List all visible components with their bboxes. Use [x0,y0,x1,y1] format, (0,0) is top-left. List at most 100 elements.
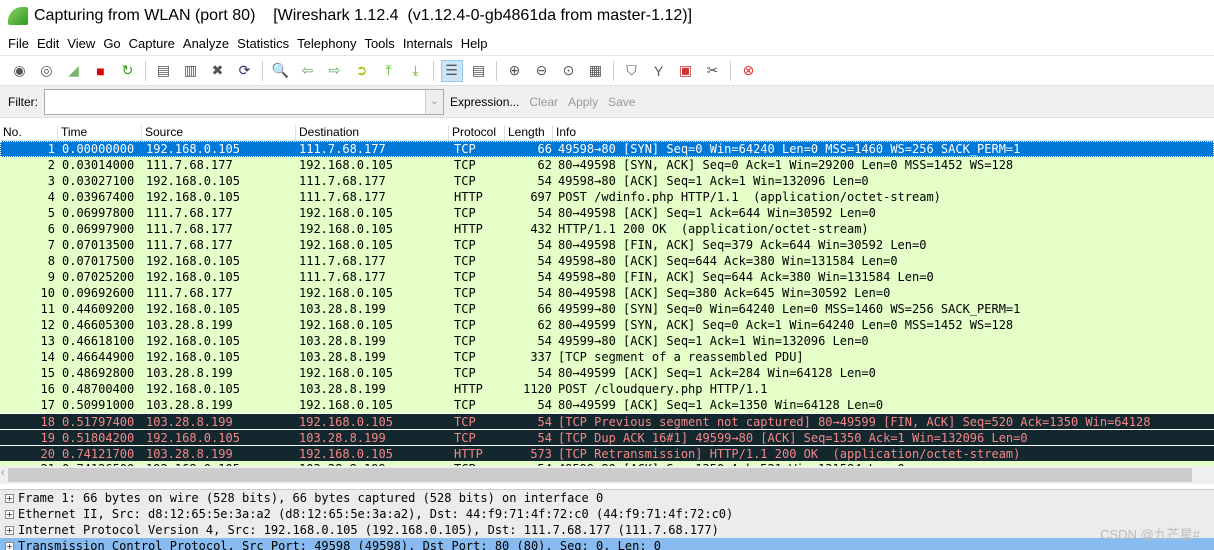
column-header-no[interactable]: No. [0,125,22,140]
packet-destination: 192.168.0.105 [299,415,393,429]
go-forward-button[interactable]: ⇨ [324,60,346,82]
go-to-packet-button[interactable]: ➲ [351,60,373,82]
packet-row[interactable]: 3 0.03027100 192.168.0.105 111.7.68.177 TCP 5… [0,173,1214,189]
menu-analyze[interactable]: Analyze [179,36,233,51]
start-capture-button[interactable]: ◢ [63,60,85,82]
packet-row[interactable]: 12 0.46605300 103.28.8.199 192.168.0.105 TCP… [0,317,1214,333]
detail-tree-item[interactable]: + Internet Protocol Version 4, Src: 192.1… [0,522,1214,538]
menu-file[interactable]: File [4,36,33,51]
resize-columns-button[interactable]: ▦ [585,60,607,82]
packet-row[interactable]: 10 0.09692600 111.7.68.177 192.168.0.105 TCP… [0,285,1214,301]
packet-time: 0.46605300 [62,318,135,332]
menu-internals[interactable]: Internals [399,36,457,51]
packet-no: 20 [40,447,55,461]
packet-time: 0.07017500 [62,254,135,268]
zoom-in-button[interactable]: ⊕ [504,60,526,82]
clear-button[interactable]: Clear [529,95,558,109]
go-back-button[interactable]: ⇦ [297,60,319,82]
main-toolbar: ◉ ◎ ◢ ■ ↻ ▤ ▥ ✖ ⟳ 🔍 ⇦ ⇨ ➲ ⤒ ⤓ ☰ ▤ ⊕ ⊖ ⊙ ▦ ⛉ Y ▣ ✂ ⊗ [0,56,1214,86]
packet-row[interactable]: 19 0.51804200 192.168.0.105 103.28.8.199 TCP… [0,429,1214,445]
menu-view[interactable]: View [63,36,99,51]
menu-edit[interactable]: Edit [33,36,63,51]
packet-destination: 111.7.68.177 [299,142,386,156]
find-packet-icon: 🔍 [271,62,290,78]
capture-filters-button[interactable]: ⛉ [621,60,643,82]
column-header-time[interactable]: Time [57,125,87,140]
packet-row[interactable]: 9 0.07025200 192.168.0.105 111.7.68.177 TCP 5… [0,269,1214,285]
packet-row[interactable]: 2 0.03014000 111.7.68.177 192.168.0.105 TCP 6… [0,157,1214,173]
capture-options-button[interactable]: ◎ [36,60,58,82]
save-file-button[interactable]: ▥ [180,60,202,82]
chevron-left-icon[interactable]: ‹ [1,467,5,479]
packet-row[interactable]: 7 0.07013500 111.7.68.177 192.168.0.105 TCP 5… [0,237,1214,253]
expand-icon[interactable]: + [5,493,14,503]
scrollbar-thumb[interactable] [8,468,1192,482]
packet-row[interactable]: 11 0.44609200 192.168.0.105 103.28.8.199 TCP… [0,301,1214,317]
normal-size-button[interactable]: ⊙ [558,60,580,82]
go-last-button[interactable]: ⤓ [405,60,427,82]
close-file-button[interactable]: ✖ [207,60,229,82]
detail-tree-item[interactable]: + Frame 1: 66 bytes on wire (528 bits), 6… [0,490,1214,506]
packet-row[interactable]: 6 0.06997900 111.7.68.177 192.168.0.105 HTTP… [0,221,1214,237]
packet-destination: 103.28.8.199 [299,382,386,396]
column-header-source[interactable]: Source [141,125,183,140]
expand-icon[interactable]: + [5,509,14,519]
open-file-button[interactable]: ▤ [153,60,175,82]
packet-destination: 111.7.68.177 [299,270,386,284]
wireshark-logo-icon [8,7,28,25]
packet-row[interactable]: 1 0.00000000 192.168.0.105 111.7.68.177 TCP 6… [0,141,1214,157]
apply-button[interactable]: Apply [568,95,598,109]
packet-source: 192.168.0.105 [146,190,240,204]
packet-source: 192.168.0.105 [146,174,240,188]
filter-combo[interactable]: ⌄ [44,88,444,115]
interfaces-button[interactable]: ◉ [9,60,31,82]
coloring-rules-button[interactable]: ▣ [675,60,697,82]
detail-tree-item[interactable]: + Transmission Control Protocol, Src Port… [0,538,1214,550]
colorize-button[interactable]: ☰ [440,59,463,82]
menu-go[interactable]: Go [99,36,124,51]
menu-statistics[interactable]: Statistics [233,36,293,51]
packet-row[interactable]: 18 0.51797400 103.28.8.199 192.168.0.105 TCP… [0,413,1214,429]
expand-icon[interactable]: + [5,541,14,550]
detail-tree-item[interactable]: + Ethernet II, Src: d8:12:65:5e:3a:a2 (d8… [0,506,1214,522]
menu-telephony[interactable]: Telephony [293,36,360,51]
coloring-rules-icon: ▣ [678,62,693,78]
menu-capture[interactable]: Capture [125,36,179,51]
save-button[interactable]: Save [608,95,635,109]
menu-help[interactable]: Help [457,36,492,51]
packet-info: 80→49598 [SYN, ACK] Seq=0 Ack=1 Win=2920… [558,158,1014,172]
help-button[interactable]: ⊗ [738,60,760,82]
packet-row[interactable]: 13 0.46618100 192.168.0.105 103.28.8.199 TCP… [0,333,1214,349]
packet-source: 192.168.0.105 [146,142,240,156]
colorize-icon: ☰ [445,62,458,78]
column-header-destination[interactable]: Destination [295,125,359,140]
packet-row[interactable]: 5 0.06997800 111.7.68.177 192.168.0.105 TCP 5… [0,205,1214,221]
packet-row[interactable]: 8 0.07017500 192.168.0.105 111.7.68.177 TCP 5… [0,253,1214,269]
preferences-button[interactable]: ✂ [702,60,724,82]
auto-scroll-button[interactable]: ▤ [468,60,490,82]
packet-length: 54 [537,270,552,284]
restart-capture-button[interactable]: ↻ [117,60,139,82]
packet-row[interactable]: 15 0.48692800 103.28.8.199 192.168.0.105 TCP… [0,365,1214,381]
packet-row[interactable]: 17 0.50991000 103.28.8.199 192.168.0.105 TCP… [0,397,1214,413]
find-packet-button[interactable]: 🔍 [270,60,292,82]
menu-tools[interactable]: Tools [360,36,398,51]
horizontal-scrollbar[interactable]: ‹ [0,466,1214,484]
packet-row[interactable]: 14 0.46644900 192.168.0.105 103.28.8.199 TCP… [0,349,1214,365]
expression-button[interactable]: Expression... [450,95,519,109]
go-first-button[interactable]: ⤒ [378,60,400,82]
filter-input[interactable] [45,89,425,114]
column-header-protocol[interactable]: Protocol [448,125,496,140]
packet-row[interactable]: 4 0.03967400 192.168.0.105 111.7.68.177 HTTP… [0,189,1214,205]
expand-icon[interactable]: + [5,525,14,535]
zoom-out-button[interactable]: ⊖ [531,60,553,82]
display-filters-button[interactable]: Y [648,60,670,82]
stop-capture-button[interactable]: ■ [90,60,112,82]
column-header-length[interactable]: Length [504,125,545,140]
packet-row[interactable]: 20 0.74121700 103.28.8.199 192.168.0.105 HTT… [0,445,1214,461]
reload-button[interactable]: ⟳ [234,60,256,82]
column-header-info[interactable]: Info [552,125,576,140]
chevron-down-icon[interactable]: ⌄ [425,89,443,114]
packet-row[interactable]: 16 0.48700400 192.168.0.105 103.28.8.199 HTT… [0,381,1214,397]
packet-time: 0.48700400 [62,382,135,396]
